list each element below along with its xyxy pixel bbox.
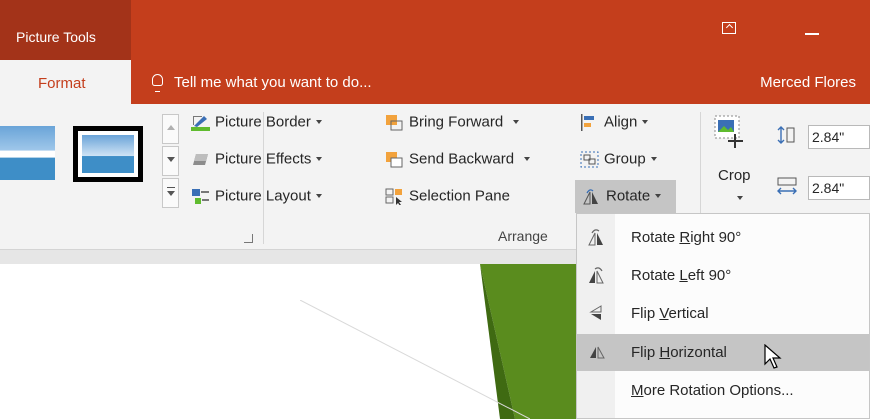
menu-item-flip-vertical[interactable]: Flip Vertical <box>577 295 869 332</box>
group-button[interactable]: Group <box>580 150 657 168</box>
picture-layout-icon <box>191 188 210 205</box>
crop-dropdown-arrow[interactable] <box>737 196 743 200</box>
menu-item-rotate-right-90[interactable]: Rotate Right 90° <box>577 219 869 256</box>
crop-icon[interactable] <box>713 114 749 156</box>
align-icon <box>580 113 599 131</box>
tell-me-search[interactable]: Tell me what you want to do... <box>174 74 372 91</box>
ribbon-display-options-icon[interactable] <box>722 22 736 34</box>
user-account-name[interactable]: Merced Flores <box>760 74 856 91</box>
menu-item-flip-horizontal[interactable]: Flip Horizontal <box>577 334 869 371</box>
selection-pane-icon <box>385 188 404 206</box>
picture-styles-dialog-launcher[interactable] <box>244 234 253 243</box>
bring-forward-icon <box>385 114 404 131</box>
send-backward-icon <box>385 151 404 168</box>
flip-vertical-icon <box>587 304 607 322</box>
selection-pane-button[interactable]: Selection Pane <box>385 187 510 206</box>
flip-horizontal-icon <box>587 343 607 361</box>
width-icon <box>776 176 798 196</box>
arrange-group-label: Arrange <box>498 228 548 244</box>
gallery-scroll <box>162 114 179 208</box>
minimize-icon[interactable] <box>805 33 819 35</box>
tab-format-label: Format <box>38 75 86 92</box>
rotate-right-icon <box>587 228 607 246</box>
mouse-cursor-icon <box>764 344 782 369</box>
send-backward-button[interactable]: Send Backward <box>385 150 531 168</box>
gallery-more-button[interactable] <box>162 178 179 208</box>
bring-forward-button[interactable]: Bring Forward <box>385 113 520 131</box>
rotate-left-icon <box>587 266 607 284</box>
slide-line-shape <box>300 300 530 419</box>
align-button[interactable]: Align <box>580 113 649 131</box>
picture-border-button[interactable]: Picture Border <box>191 113 322 131</box>
rotate-dropdown-menu: Rotate Right 90° Rotate Left 90° Flip Ve… <box>576 213 870 419</box>
lightbulb-icon <box>152 74 163 92</box>
picture-style-thumbnail[interactable] <box>0 126 55 180</box>
tab-format[interactable]: Format <box>0 60 131 104</box>
group-separator <box>263 112 264 244</box>
picture-tools-context-tab: Picture Tools <box>0 0 131 60</box>
shape-width-input[interactable]: 2.84" <box>808 176 870 200</box>
picture-effects-icon <box>191 151 210 168</box>
gallery-scroll-down-button[interactable] <box>162 146 179 176</box>
menu-item-more-rotation-options[interactable]: More Rotation Options... <box>577 372 869 409</box>
shape-height-input[interactable]: 2.84" <box>808 125 870 149</box>
height-icon <box>777 125 797 145</box>
rotate-icon <box>582 188 601 205</box>
picture-style-thumbnail-selected[interactable] <box>73 126 143 182</box>
picture-layout-button[interactable]: Picture Layout <box>191 187 322 205</box>
crop-button[interactable]: Crop <box>718 167 751 184</box>
menu-item-rotate-left-90[interactable]: Rotate Left 90° <box>577 257 869 294</box>
group-icon <box>580 151 599 168</box>
gallery-scroll-up-button[interactable] <box>162 114 179 144</box>
rotate-button[interactable]: Rotate <box>582 187 662 205</box>
picture-tools-label: Picture Tools <box>16 29 96 45</box>
picture-effects-button[interactable]: Picture Effects <box>191 150 323 168</box>
picture-border-icon <box>191 114 210 131</box>
